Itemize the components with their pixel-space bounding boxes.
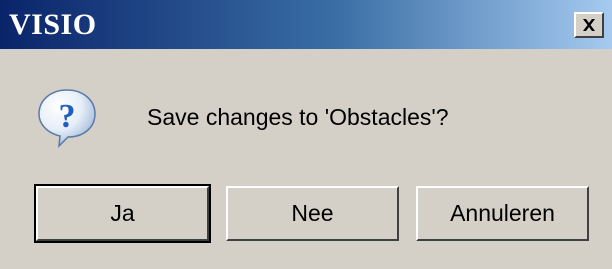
cancel-button[interactable]: Annuleren: [416, 186, 589, 241]
no-button-label: Nee: [291, 200, 334, 226]
close-button[interactable]: [574, 12, 604, 38]
yes-button-label: Ja: [110, 200, 135, 226]
no-button[interactable]: Nee: [226, 186, 399, 241]
title-bar[interactable]: VISIO: [0, 0, 612, 49]
cancel-button-label: Annuleren: [450, 200, 555, 226]
dialog-message: Save changes to 'Obstacles'?: [147, 104, 449, 130]
svg-text:?: ?: [59, 98, 76, 135]
window-title: VISIO: [9, 8, 97, 41]
yes-button[interactable]: Ja: [34, 184, 211, 243]
save-changes-dialog: VISIO ? Save changes to 'Obstacles'? Ja …: [0, 0, 612, 269]
question-icon: ?: [38, 89, 96, 149]
close-icon: [583, 19, 595, 31]
